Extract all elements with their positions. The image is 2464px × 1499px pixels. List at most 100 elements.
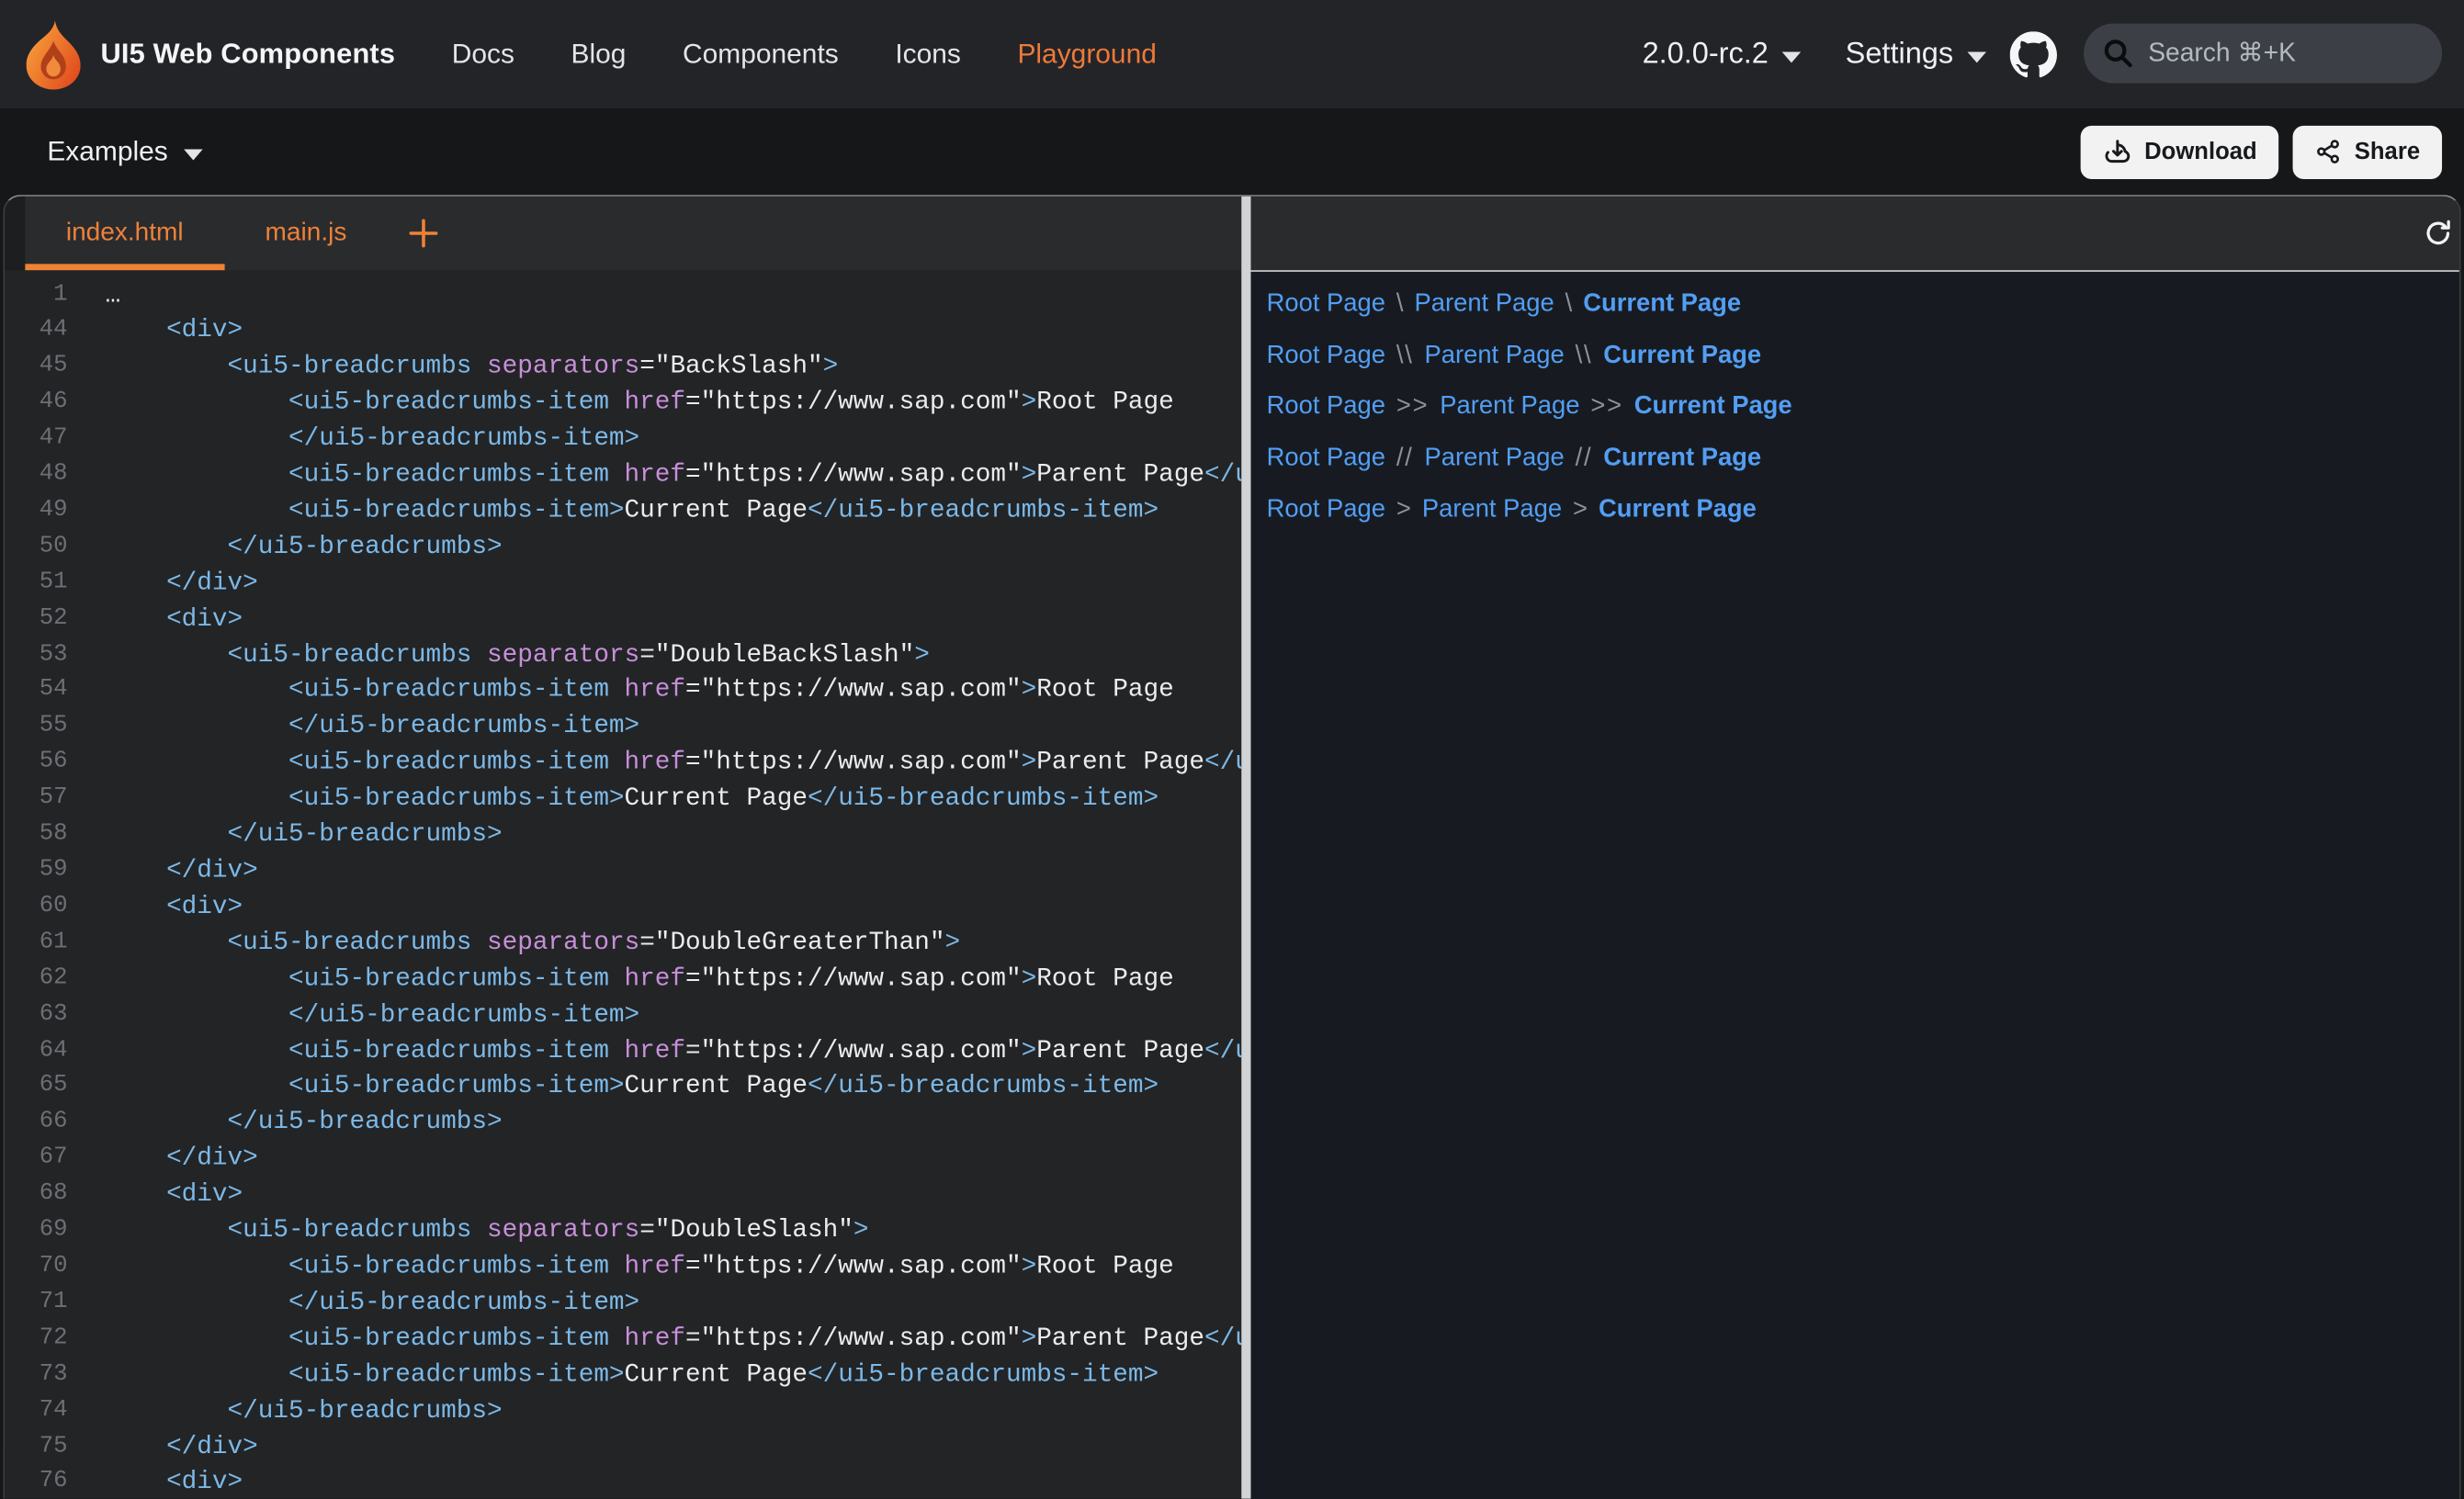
download-button[interactable]: Download bbox=[2080, 125, 2279, 178]
code-line: 63 </ui5-breadcrumbs-item> bbox=[5, 997, 1241, 1033]
code-line: 66 </ui5-breadcrumbs> bbox=[5, 1105, 1241, 1141]
brand[interactable]: UI5 Web Components bbox=[22, 19, 395, 88]
line-number: 68 bbox=[5, 1177, 67, 1212]
tab-index-html[interactable]: index.html bbox=[25, 197, 224, 270]
line-number: 48 bbox=[5, 457, 67, 493]
line-number: 44 bbox=[5, 313, 67, 349]
line-content: </div> bbox=[68, 1429, 258, 1465]
breadcrumb-link[interactable]: Root Page bbox=[1267, 445, 1385, 473]
settings-dropdown[interactable]: Settings bbox=[1846, 37, 1986, 72]
line-number: 73 bbox=[5, 1357, 67, 1392]
breadcrumb-link[interactable]: Root Page bbox=[1267, 496, 1385, 524]
line-content: <ui5-breadcrumbs-item href="https://www.… bbox=[68, 1249, 1174, 1285]
breadcrumb-row: Root Page>Parent Page>Current Page bbox=[1267, 484, 2459, 535]
nav-link-components[interactable]: Components bbox=[683, 38, 839, 71]
code-lines[interactable]: 1…44 <div>45 <ui5-breadcrumbs separators… bbox=[5, 270, 1241, 1499]
toolbar-actions: Download Share bbox=[2080, 125, 2442, 178]
code-line: 64 <ui5-breadcrumbs-item href="https://w… bbox=[5, 1033, 1241, 1069]
refresh-icon[interactable] bbox=[2424, 219, 2453, 248]
line-number: 57 bbox=[5, 781, 67, 817]
code-line: 45 <ui5-breadcrumbs separators="BackSlas… bbox=[5, 349, 1241, 385]
breadcrumb-separator: \ bbox=[1565, 290, 1573, 319]
line-content: <ui5-breadcrumbs separators="BackSlash"> bbox=[68, 349, 839, 385]
line-number: 63 bbox=[5, 997, 67, 1033]
code-line: 71 </ui5-breadcrumbs-item> bbox=[5, 1285, 1241, 1321]
code-line: 58 </ui5-breadcrumbs> bbox=[5, 817, 1241, 853]
code-line: 69 <ui5-breadcrumbs separators="DoubleSl… bbox=[5, 1213, 1241, 1249]
line-number: 71 bbox=[5, 1285, 67, 1321]
code-line: 53 <ui5-breadcrumbs separators="DoubleBa… bbox=[5, 637, 1241, 673]
code-line: 54 <ui5-breadcrumbs-item href="https://w… bbox=[5, 673, 1241, 709]
breadcrumb-current: Current Page bbox=[1603, 445, 1761, 473]
breadcrumb-separator: >> bbox=[1590, 393, 1622, 422]
line-content: <ui5-breadcrumbs separators="DoubleBackS… bbox=[68, 637, 930, 673]
line-number: 47 bbox=[5, 422, 67, 457]
ui5-flame-logo-icon bbox=[22, 19, 85, 88]
line-content: <div> bbox=[68, 1465, 243, 1499]
breadcrumb-link[interactable]: Root Page bbox=[1267, 393, 1385, 422]
line-number: 72 bbox=[5, 1321, 67, 1357]
download-label: Download bbox=[2144, 139, 2257, 165]
line-number: 59 bbox=[5, 853, 67, 889]
line-content: </div> bbox=[68, 1141, 258, 1177]
line-content: <div> bbox=[68, 313, 243, 349]
line-number: 52 bbox=[5, 602, 67, 637]
brand-title: UI5 Web Components bbox=[100, 38, 395, 71]
examples-dropdown[interactable]: Examples bbox=[47, 135, 202, 168]
code-line: 52 <div> bbox=[5, 602, 1241, 637]
breadcrumb-link[interactable]: Parent Page bbox=[1425, 342, 1565, 370]
breadcrumb-row: Root Page//Parent Page//Current Page bbox=[1267, 433, 2459, 484]
line-content: </ui5-breadcrumbs> bbox=[68, 1105, 503, 1141]
line-number: 54 bbox=[5, 673, 67, 709]
nav-link-icons[interactable]: Icons bbox=[895, 38, 961, 71]
top-navbar: UI5 Web Components Docs Blog Components Ico… bbox=[0, 0, 2464, 108]
breadcrumb-separator: > bbox=[1573, 496, 1588, 524]
breadcrumb-row: Root Page\\Parent Page\\Current Page bbox=[1267, 331, 2459, 382]
code-line: 67 </div> bbox=[5, 1141, 1241, 1177]
split-divider[interactable] bbox=[1241, 197, 1250, 1499]
line-number: 66 bbox=[5, 1105, 67, 1141]
breadcrumb-current: Current Page bbox=[1583, 290, 1741, 319]
nav-link-playground[interactable]: Playground bbox=[1017, 38, 1156, 71]
code-line: 44 <div> bbox=[5, 313, 1241, 349]
breadcrumb-separator: >> bbox=[1396, 393, 1429, 422]
download-icon bbox=[2102, 137, 2131, 166]
search-input[interactable]: Search ⌘+K bbox=[2084, 23, 2442, 83]
nav-link-docs[interactable]: Docs bbox=[452, 38, 514, 71]
breadcrumb-separator: // bbox=[1396, 445, 1414, 473]
line-content: <div> bbox=[68, 1177, 243, 1212]
line-content: <ui5-breadcrumbs-item href="https://www.… bbox=[68, 457, 1242, 493]
line-number: 76 bbox=[5, 1465, 67, 1499]
share-button[interactable]: Share bbox=[2293, 125, 2442, 178]
nav-link-blog[interactable]: Blog bbox=[571, 38, 627, 71]
line-number: 51 bbox=[5, 565, 67, 601]
tab-main-js[interactable]: main.js bbox=[224, 197, 388, 270]
breadcrumb-separator: \\ bbox=[1576, 342, 1593, 370]
line-content: <ui5-breadcrumbs-item href="https://www.… bbox=[68, 745, 1242, 781]
line-number: 70 bbox=[5, 1249, 67, 1285]
playground-app: UI5 Web Components Docs Blog Components Ico… bbox=[0, 0, 2464, 1499]
line-content: <ui5-breadcrumbs separators="DoubleSlash… bbox=[68, 1213, 869, 1249]
line-number: 58 bbox=[5, 817, 67, 853]
breadcrumb-link[interactable]: Root Page bbox=[1267, 290, 1385, 319]
add-tab-button[interactable] bbox=[388, 197, 458, 270]
line-content: <ui5-breadcrumbs-item href="https://www.… bbox=[68, 1321, 1242, 1357]
line-number: 53 bbox=[5, 637, 67, 673]
line-content: <ui5-breadcrumbs-item href="https://www.… bbox=[68, 673, 1174, 709]
code-line: 73 <ui5-breadcrumbs-item>Current Page</u… bbox=[5, 1357, 1241, 1392]
chevron-down-icon bbox=[1782, 51, 1802, 62]
github-icon[interactable] bbox=[2010, 30, 2057, 77]
breadcrumb-link[interactable]: Parent Page bbox=[1415, 290, 1554, 319]
code-line: 70 <ui5-breadcrumbs-item href="https://w… bbox=[5, 1249, 1241, 1285]
breadcrumb-separator: \ bbox=[1396, 290, 1404, 319]
code-line: 50 </ui5-breadcrumbs> bbox=[5, 529, 1241, 565]
breadcrumb-link[interactable]: Parent Page bbox=[1440, 393, 1579, 422]
version-label: 2.0.0-rc.2 bbox=[1643, 37, 1769, 72]
breadcrumb-link[interactable]: Parent Page bbox=[1425, 445, 1565, 473]
version-dropdown[interactable]: 2.0.0-rc.2 bbox=[1643, 37, 1802, 72]
breadcrumb-link[interactable]: Parent Page bbox=[1422, 496, 1562, 524]
breadcrumb-link[interactable]: Root Page bbox=[1267, 342, 1385, 370]
editor-tabbar: index.html main.js bbox=[5, 197, 1241, 270]
line-number: 45 bbox=[5, 349, 67, 385]
line-content: </ui5-breadcrumbs-item> bbox=[68, 997, 640, 1033]
